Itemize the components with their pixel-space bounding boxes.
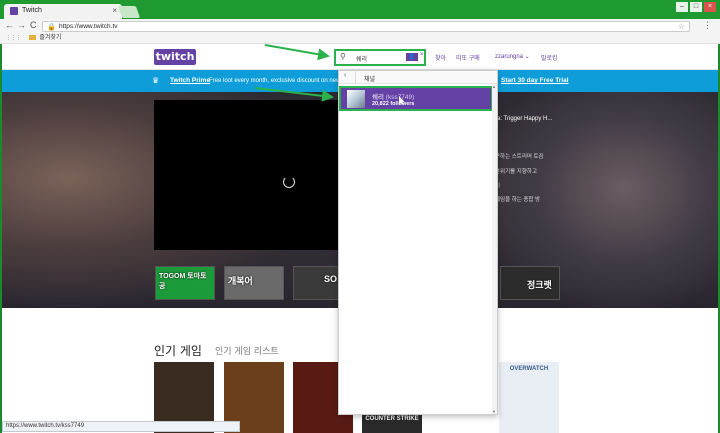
maximize-button[interactable]: □	[690, 2, 702, 12]
video-player[interactable]	[154, 100, 340, 250]
thumb-label: 개복어	[228, 276, 253, 286]
popular-games-title: 인기 게임	[154, 344, 202, 358]
follower-count: 20,822 followers	[372, 101, 415, 107]
browser-status-bar: https://www.twitch.tv/kss7749	[2, 421, 240, 432]
thumb-label: TOGOM 토마토공	[159, 273, 207, 290]
browser-toolbar: ← → C 🔒 https://www.twitch.tv ☆ ⋮	[0, 19, 720, 33]
game-card-label: OVERWATCH	[509, 366, 549, 372]
scroll-down-icon[interactable]: ▼	[492, 409, 496, 414]
twitch-favicon-icon	[10, 7, 18, 15]
featured-thumb[interactable]: 개복어	[224, 266, 284, 300]
window-controls: ‒ □ ×	[676, 2, 716, 12]
nav-buy[interactable]: 미또 구매	[456, 53, 480, 62]
user-menu[interactable]: zzarungna ⌄	[495, 53, 530, 60]
browser-chrome: Twitch × ‒ □ × ← → C 🔒 https://www.twitc…	[0, 0, 720, 44]
minimize-button[interactable]: ‒	[676, 2, 688, 12]
user-search-filter-icon[interactable]: 👤	[406, 53, 418, 61]
search-clear-icon[interactable]: ×	[420, 52, 424, 58]
address-bar[interactable]: 🔒 https://www.twitch.tv ☆	[42, 21, 690, 32]
new-tab-button[interactable]	[117, 6, 141, 18]
close-window-button[interactable]: ×	[704, 2, 716, 12]
featured-thumb[interactable]: TOGOM 토마토공	[155, 266, 215, 300]
prime-title[interactable]: Twitch Prime	[170, 70, 210, 92]
category-label: 채널	[364, 77, 376, 83]
game-card-overwatch[interactable]: OVERWATCH	[499, 362, 559, 433]
game-card-label: COUNTER STRIKE	[365, 416, 419, 422]
browser-menu-icon[interactable]: ⋮	[703, 20, 712, 31]
loading-spinner-icon	[283, 176, 295, 188]
apps-icon[interactable]: ⋮⋮⋮	[6, 35, 21, 41]
prime-description: Free loot every month, exclusive discoun…	[209, 78, 353, 84]
back-icon[interactable]: ←	[5, 20, 14, 30]
stream-desc-line: 분위기를 지향하고	[495, 169, 538, 175]
prime-trial-link[interactable]: Start 30 day Free Trial	[501, 70, 569, 92]
nav-find[interactable]: 찾아	[435, 53, 446, 62]
tab-close-icon[interactable]: ×	[112, 6, 117, 15]
tab-title: Twitch	[22, 7, 42, 14]
header-divider	[355, 71, 356, 84]
bookmark-folder-icon	[28, 34, 36, 40]
back-chevron-icon[interactable]: ‹	[344, 72, 346, 79]
scroll-up-icon[interactable]: ▲	[492, 84, 496, 89]
thumb-label: 정크랫	[527, 280, 552, 290]
channel-display-name: 쉐리	[372, 94, 384, 101]
featured-thumb[interactable]: 정크랫	[500, 266, 560, 300]
address-text: https://www.twitch.tv	[59, 23, 118, 30]
crown-icon: ♛	[152, 76, 160, 85]
dropdown-header: ‹ 채널	[339, 71, 497, 84]
bookmark-star-icon[interactable]: ☆	[678, 22, 685, 31]
avatar	[347, 90, 365, 108]
top-navigation: twitch ⚲ 쉐리 👤 × 찾아 미또 구매 zzarungna ⌄ 발로킹	[2, 44, 718, 70]
nav-broadcast[interactable]: 발로킹	[541, 53, 558, 62]
popular-games-subtitle[interactable]: 인기 게임 리스트	[215, 344, 279, 357]
thumb-label: SO	[324, 274, 338, 284]
channel-name: 쉐리 (kss7749)	[372, 91, 414, 101]
dropdown-scrollbar[interactable]: ▲ ▼	[492, 84, 497, 414]
search-bar[interactable]: ⚲ 쉐리 👤 ×	[334, 49, 426, 66]
stream-desc-line: 구하는 스트리머 토끔	[495, 154, 544, 160]
search-results-dropdown: ‹ 채널 쉐리 (kss7749) 20,822 followers ▲ ▼	[338, 70, 498, 415]
stream-desc-line: 게임을 하는 종합 방	[495, 197, 541, 203]
secure-lock-icon: 🔒	[47, 24, 56, 31]
twitch-page: twitch ⚲ 쉐리 👤 × 찾아 미또 구매 zzarungna ⌄ 발로킹…	[2, 44, 718, 433]
reload-icon[interactable]: C	[30, 20, 37, 30]
twitch-logo[interactable]: twitch	[154, 49, 196, 65]
browser-tab[interactable]: Twitch ×	[4, 4, 122, 19]
search-input[interactable]: 쉐리	[356, 54, 367, 63]
bookmark-folder-label[interactable]: 즐겨찾기	[39, 35, 61, 41]
forward-icon[interactable]: →	[17, 20, 26, 30]
channel-result[interactable]: 쉐리 (kss7749) 20,822 followers	[339, 86, 493, 111]
stream-title[interactable]: ra: Trigger Happy H...	[495, 116, 552, 122]
search-icon: ⚲	[340, 52, 346, 61]
bookmarks-bar: ⋮⋮⋮ 즐겨찾기	[0, 33, 720, 44]
